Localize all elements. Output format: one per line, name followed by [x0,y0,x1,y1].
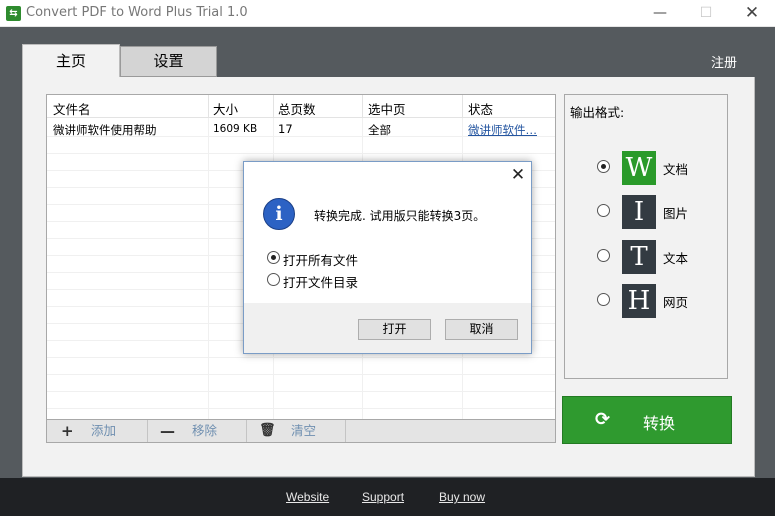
open-button[interactable]: 打开 [358,319,431,340]
format-radio-word[interactable] [597,160,610,173]
html-format-icon[interactable]: H [622,284,656,318]
open-folder-radio[interactable] [267,273,280,286]
format-radio-html[interactable] [597,293,610,306]
word-format-icon[interactable]: W [622,151,656,185]
clear-label: 清空 [291,423,317,438]
remove-button[interactable]: — 移除 [160,420,246,442]
column-header-selected[interactable]: 选中页 [368,99,406,118]
format-radio-text[interactable] [597,249,610,262]
info-icon: i [263,198,295,230]
convert-button[interactable]: ⟳ 转换 [562,396,732,444]
remove-label: 移除 [192,423,218,438]
table-cell-selected[interactable]: 全部 [368,122,391,138]
table-cell-size: 1609 KB [213,123,258,135]
conversion-complete-dialog: ✕ i 转换完成. 试用版只能转换3页。 打开所有文件 打开文件目录 打开 取消 [243,161,532,354]
column-header-status[interactable]: 状态 [468,99,493,118]
table-cell-pages: 17 [278,122,293,136]
minimize-button[interactable]: — [637,0,683,27]
add-button[interactable]: + 添加 [61,420,147,442]
footer-bar: Website Support Buy now [0,478,775,516]
dialog-message: 转换完成. 试用版只能转换3页。 [314,209,486,223]
table-cell-name[interactable]: 微讲师软件使用帮助 [53,122,157,138]
open-all-files-label[interactable]: 打开所有文件 [283,250,358,269]
close-icon[interactable]: ✕ [509,166,527,184]
title-bar: ⇆ Convert PDF to Word Plus Trial 1.0 — ☐… [0,0,775,27]
support-link[interactable]: Support [362,490,404,504]
output-format-title: 输出格式: [570,105,625,120]
format-label-text[interactable]: 文本 [663,248,688,267]
format-label-word[interactable]: 文档 [663,159,688,178]
format-radio-image[interactable] [597,204,610,217]
buy-now-link[interactable]: Buy now [439,490,485,504]
tab-settings[interactable]: 设置 [120,46,217,77]
close-button[interactable]: ✕ [729,0,775,27]
column-header-size[interactable]: 大小 [213,99,238,118]
website-link[interactable]: Website [286,490,329,504]
trash-icon: 🗑 [259,423,276,438]
register-link[interactable]: 注册 [711,52,737,71]
window-title: Convert PDF to Word Plus Trial 1.0 [26,5,248,20]
cancel-button[interactable]: 取消 [445,319,518,340]
output-format-panel [564,94,728,379]
column-header-name[interactable]: 文件名 [53,99,91,118]
maximize-button[interactable]: ☐ [683,0,729,27]
minus-icon: — [160,422,175,440]
column-header-pages[interactable]: 总页数 [278,99,316,118]
format-label-html[interactable]: 网页 [663,292,688,311]
image-format-icon[interactable]: I [622,195,656,229]
add-label: 添加 [91,423,117,438]
open-all-files-radio[interactable] [267,251,280,264]
dialog-footer: 打开 取消 [244,303,531,353]
convert-label: 转换 [643,414,676,433]
plus-icon: + [61,422,74,440]
table-toolbar: + 添加 — 移除 🗑 清空 [46,420,556,443]
app-icon: ⇆ [6,6,21,21]
open-folder-label[interactable]: 打开文件目录 [283,272,358,291]
text-format-icon[interactable]: T [622,240,656,274]
tab-home[interactable]: 主页 [22,44,120,77]
format-label-image[interactable]: 图片 [663,203,688,222]
clear-button[interactable]: 🗑 清空 [259,420,345,442]
table-cell-status-link[interactable]: 微讲师软件… [468,122,537,138]
sync-icon: ⟳ [595,409,611,430]
